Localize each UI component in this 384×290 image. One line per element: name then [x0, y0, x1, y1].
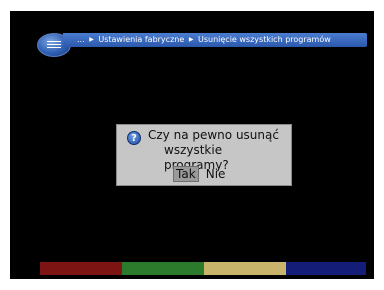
breadcrumb-delete-all-programs: Usunięcie wszystkich programów: [197, 35, 331, 44]
breadcrumb-factory-settings[interactable]: Ustawienia fabryczne: [98, 35, 184, 44]
breadcrumb-arrow-icon: ▶: [89, 36, 94, 43]
tv-screen: ... ▶ Ustawienia fabryczne ▶ Usunięcie w…: [10, 11, 374, 279]
no-button[interactable]: Nie: [204, 167, 228, 183]
dialog-buttons: Tak Nie: [173, 163, 228, 183]
question-icon: ?: [127, 131, 141, 145]
header: ... ▶ Ustawienia fabryczne ▶ Usunięcie w…: [37, 31, 367, 57]
breadcrumb: ... ▶ Ustawienia fabryczne ▶ Usunięcie w…: [63, 33, 367, 47]
confirm-dialog: ? Czy na pewno usunąć wszystkie programy…: [116, 124, 292, 186]
dialog-message-line1: Czy na pewno usunąć: [148, 128, 279, 142]
yellow-key[interactable]: [204, 262, 286, 275]
breadcrumb-ellipsis[interactable]: ...: [77, 35, 85, 44]
green-key[interactable]: [122, 262, 204, 275]
blue-key[interactable]: [286, 262, 366, 275]
yes-button[interactable]: Tak: [173, 166, 199, 182]
red-key[interactable]: [40, 262, 122, 275]
color-key-bar: [40, 262, 366, 275]
breadcrumb-arrow-icon: ▶: [188, 36, 194, 43]
